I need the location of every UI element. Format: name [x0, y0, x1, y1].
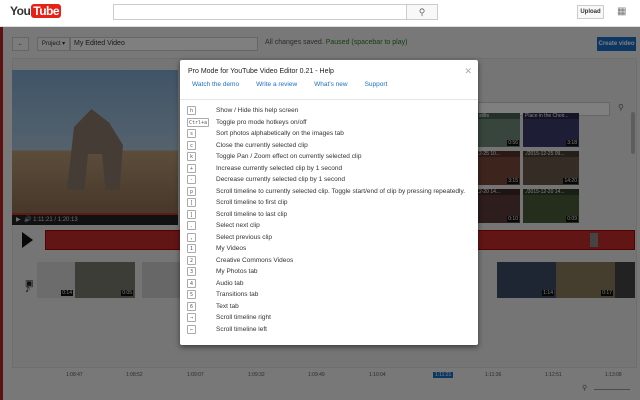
key-badge: ← [187, 324, 196, 334]
key-badge: 5 [187, 290, 196, 300]
shortcut-row: 6 Text tab [187, 301, 477, 313]
key-badge: 4 [187, 278, 196, 288]
shortcut-description: Toggle pro mode hotkeys on/off [216, 118, 307, 126]
shortcut-row: 4 Audio tab [187, 278, 477, 290]
divider [180, 99, 478, 100]
upload-button[interactable]: Upload [577, 5, 604, 19]
key-badge: k [187, 152, 196, 162]
key-badge: , [187, 232, 196, 242]
shortcut-row: , Select previous clip [187, 232, 477, 244]
top-header: You Tube ⚲ Upload ▦ [0, 0, 640, 27]
key-badge: c [187, 140, 196, 150]
key-cell: ] [187, 209, 216, 219]
key-badge: → [187, 313, 196, 323]
shortcut-description: Creative Commons Videos [216, 256, 294, 264]
key-cell: [ [187, 198, 216, 208]
shortcut-description: Scroll timeline right [216, 314, 271, 322]
shortcut-description: Decrease currently selected clip by 1 se… [216, 176, 345, 184]
key-cell: , [187, 232, 216, 242]
shortcut-description: Scroll timeline to last clip [216, 210, 288, 218]
key-cell: c [187, 140, 216, 150]
key-cell: 4 [187, 278, 216, 288]
shortcut-row: 3 My Photos tab [187, 266, 477, 278]
shortcut-description: Sort photos alphabetically on the images… [216, 130, 344, 138]
shortcut-description: Show / Hide this help screen [216, 107, 299, 115]
shortcut-row: 1 My Videos [187, 243, 477, 255]
key-cell: → [187, 313, 216, 323]
key-cell: ← [187, 324, 216, 334]
key-cell: + [187, 163, 216, 173]
key-cell: 2 [187, 255, 216, 265]
key-badge: - [187, 175, 196, 185]
shortcut-description: Select previous clip [216, 233, 272, 241]
shortcut-description: Audio tab [216, 279, 244, 287]
shortcut-description: Text tab [216, 302, 239, 310]
shortcut-description: Scroll timeline left [216, 325, 267, 333]
search-button[interactable]: ⚲ [406, 4, 438, 20]
link-write-review[interactable]: Write a review [256, 81, 297, 88]
key-badge: + [187, 163, 196, 173]
shortcut-row: h Show / Hide this help screen [187, 105, 477, 117]
close-icon[interactable]: ✕ [464, 66, 472, 77]
key-cell: 6 [187, 301, 216, 311]
key-badge: p [187, 186, 196, 196]
key-cell: Ctrl+a [187, 117, 216, 127]
shortcut-row: - Decrease currently selected clip by 1 s… [187, 174, 477, 186]
logo-text: You [10, 4, 31, 18]
search-input[interactable] [113, 4, 407, 20]
dialog-title: Pro Mode for YouTube Video Editor 0.21 -… [188, 68, 334, 75]
shortcut-row: p Scroll timeline to currently selected c… [187, 186, 477, 198]
link-support[interactable]: Support [365, 81, 388, 88]
shortcut-row: → Scroll timeline right [187, 312, 477, 324]
shortcut-description: Select next clip [216, 222, 260, 230]
key-cell: . [187, 221, 216, 231]
shortcut-description: Scroll timeline to currently selected cl… [216, 187, 466, 195]
search-icon: ⚲ [418, 7, 426, 17]
key-badge: . [187, 221, 196, 231]
key-badge: s [187, 129, 196, 139]
key-badge: 6 [187, 301, 196, 311]
shortcut-row: 5 Transitions tab [187, 289, 477, 301]
shortcut-description: My Videos [216, 245, 247, 253]
key-cell: h [187, 106, 216, 116]
shortcut-row: s Sort photos alphabetically on the image… [187, 128, 477, 140]
youtube-logo[interactable]: You Tube [10, 4, 62, 18]
help-links: Watch the demo Write a review What's new… [192, 81, 387, 88]
grid-icon[interactable]: ▦ [617, 6, 629, 18]
shortcut-description: Scroll timeline to first clip [216, 199, 288, 207]
shortcut-description: Close the currently selected clip [216, 141, 308, 149]
key-cell: 1 [187, 244, 216, 254]
shortcut-row: ] Scroll timeline to last clip [187, 209, 477, 221]
key-badge: 3 [187, 267, 196, 277]
logo-tube: Tube [31, 4, 62, 18]
key-cell: 3 [187, 267, 216, 277]
key-cell: 5 [187, 290, 216, 300]
key-badge: [ [187, 198, 196, 208]
shortcut-row: Ctrl+a Toggle pro mode hotkeys on/off [187, 117, 477, 129]
key-cell: p [187, 186, 216, 196]
link-whats-new[interactable]: What's new [314, 81, 347, 88]
link-watch-demo[interactable]: Watch the demo [192, 81, 239, 88]
shortcut-row: + Increase currently selected clip by 1 s… [187, 163, 477, 175]
shortcut-row: . Select next clip [187, 220, 477, 232]
shortcut-description: Increase currently selected clip by 1 se… [216, 164, 343, 172]
shortcut-list: h Show / Hide this help screen Ctrl+a Toggl… [187, 105, 477, 335]
key-badge: ] [187, 209, 196, 219]
shortcut-row: k Toggle Pan / Zoom effect on currently s… [187, 151, 477, 163]
shortcut-row: 2 Creative Commons Videos [187, 255, 477, 267]
key-badge: Ctrl+a [187, 117, 210, 127]
shortcut-description: Toggle Pan / Zoom effect on currently se… [216, 153, 362, 161]
key-cell: - [187, 175, 216, 185]
key-badge: h [187, 106, 196, 116]
shortcut-row: ← Scroll timeline left [187, 324, 477, 336]
shortcut-row: [ Scroll timeline to first clip [187, 197, 477, 209]
key-cell: s [187, 129, 216, 139]
help-dialog: Pro Mode for YouTube Video Editor 0.21 -… [180, 60, 478, 345]
key-badge: 1 [187, 244, 196, 254]
shortcut-description: My Photos tab [216, 268, 258, 276]
key-badge: 2 [187, 255, 196, 265]
key-cell: k [187, 152, 216, 162]
shortcut-row: c Close the currently selected clip [187, 140, 477, 152]
shortcut-description: Transitions tab [216, 291, 259, 299]
